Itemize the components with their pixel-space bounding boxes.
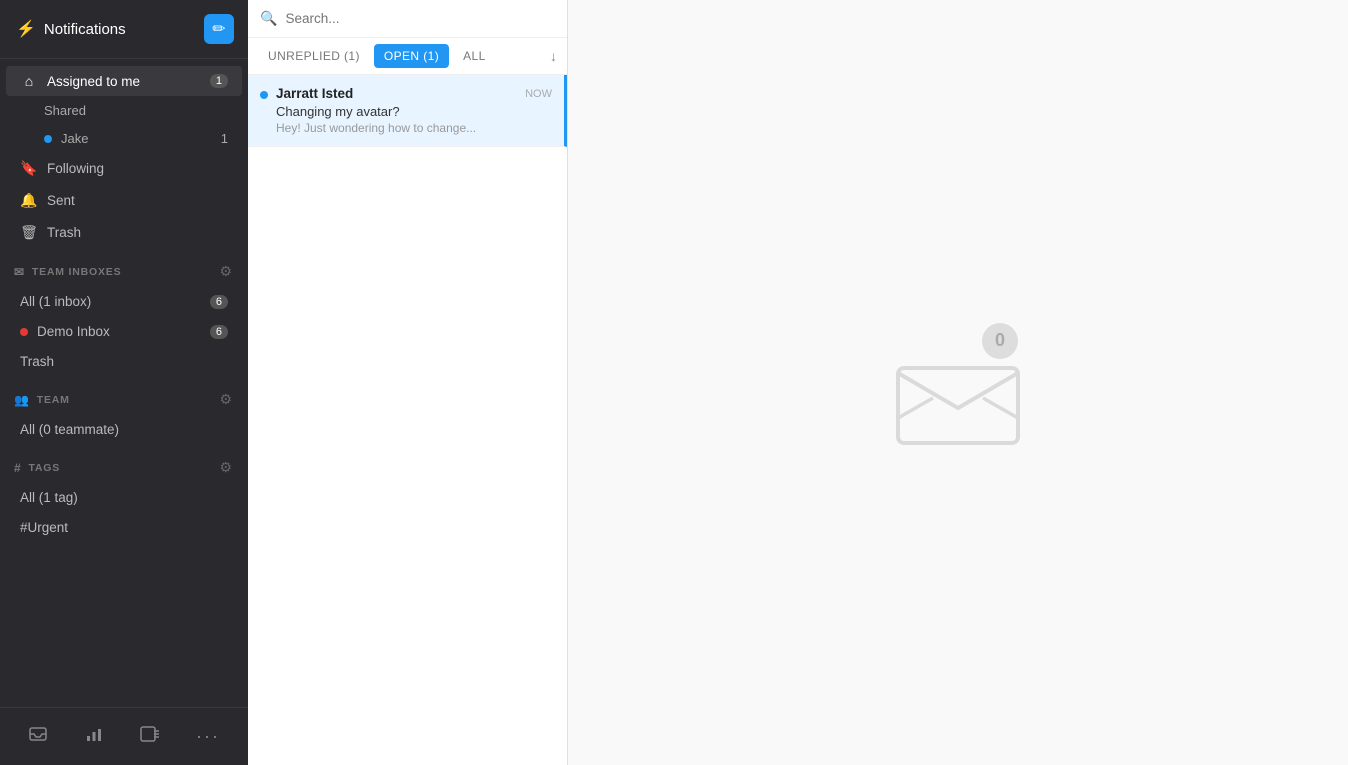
sidebar-header: ⚡ Notifications ✏ — [0, 0, 248, 59]
footer-contacts-button[interactable] — [130, 718, 170, 755]
all-team-label: All (0 teammate) — [20, 422, 119, 437]
conversation-time: NOW — [525, 88, 552, 100]
team-inboxes-label: TEAM INBOXES — [32, 266, 122, 278]
team-settings-button[interactable]: ⚙ — [217, 389, 234, 410]
sidebar-title: Notifications — [44, 21, 126, 38]
bell-icon: 🔔 — [20, 192, 38, 209]
pencil-icon: ✏ — [212, 19, 225, 39]
footer-inbox-button[interactable] — [18, 718, 58, 755]
assigned-badge: 1 — [210, 74, 228, 88]
footer-stats-button[interactable] — [74, 718, 114, 755]
team-section-icon: 👥 — [14, 393, 30, 407]
team-inboxes-section-header: ✉ TEAM INBOXES ⚙ — [0, 249, 248, 286]
sidebar-header-left: ⚡ Notifications — [16, 19, 126, 39]
conversation-list: Jarratt Isted NOW Changing my avatar? He… — [248, 75, 567, 765]
sort-icon: ↓ — [550, 48, 557, 64]
search-icon: 🔍 — [260, 10, 277, 27]
sidebar-item-assigned-to-me[interactable]: ⌂ Assigned to me 1 — [6, 66, 242, 96]
sidebar-item-sent[interactable]: 🔔 Sent — [6, 185, 242, 216]
jake-label: Jake — [61, 131, 88, 146]
sidebar-item-trash-personal[interactable]: 🗑 Trash — [6, 217, 242, 248]
demo-inbox-badge: 6 — [210, 325, 228, 339]
middle-panel: 🔍 UNREPLIED (1) OPEN (1) ALL ↓ Jarratt I… — [248, 0, 568, 765]
tags-section-icon: # — [14, 461, 21, 475]
team-section-left: 👥 TEAM — [14, 393, 70, 407]
tab-open[interactable]: OPEN (1) — [374, 44, 449, 68]
tags-section-header: # TAGS ⚙ — [0, 445, 248, 482]
sidebar-item-urgent-tag[interactable]: #Urgent — [6, 513, 242, 542]
footer-inbox-icon — [28, 728, 48, 748]
conversation-subject: Changing my avatar? — [276, 104, 552, 119]
assigned-to-me-label: Assigned to me — [47, 74, 140, 89]
tags-section-left: # TAGS — [14, 461, 60, 475]
empty-state-icon-wrapper: 0 — [888, 323, 1028, 443]
conversation-content: Jarratt Isted NOW Changing my avatar? He… — [276, 86, 552, 135]
sidebar-item-trash-team[interactable]: Trash — [6, 347, 242, 376]
team-inboxes-settings-button[interactable]: ⚙ — [217, 261, 234, 282]
demo-inbox-label: Demo Inbox — [37, 324, 110, 339]
all-inboxes-label: All (1 inbox) — [20, 294, 91, 309]
search-input[interactable] — [285, 11, 555, 26]
footer-stats-icon — [84, 728, 104, 748]
demo-inbox-dot — [20, 328, 28, 336]
shared-label: Shared — [44, 103, 86, 118]
jake-badge: 1 — [221, 131, 228, 146]
more-icon: ··· — [196, 726, 220, 746]
all-tags-label: All (1 tag) — [20, 490, 78, 505]
tags-label: TAGS — [28, 462, 60, 474]
jake-dot — [44, 135, 52, 143]
bookmark-icon: 🔖 — [20, 160, 38, 177]
sidebar-item-all-team[interactable]: All (0 teammate) — [6, 415, 242, 444]
sidebar-nav: ⌂ Assigned to me 1 Shared Jake 1 🔖 Follo… — [0, 59, 248, 707]
tabs-bar: UNREPLIED (1) OPEN (1) ALL ↓ — [248, 38, 567, 75]
footer-more-button[interactable]: ··· — [186, 720, 230, 753]
trash-personal-label: Trash — [47, 225, 81, 240]
team-section-header: 👥 TEAM ⚙ — [0, 377, 248, 414]
sent-label: Sent — [47, 193, 75, 208]
sidebar: ⚡ Notifications ✏ ⌂ Assigned to me 1 Sha… — [0, 0, 248, 765]
sidebar-item-jake[interactable]: Jake 1 — [6, 125, 242, 152]
search-bar: 🔍 — [248, 0, 567, 38]
sidebar-footer: ··· — [0, 707, 248, 765]
tags-settings-button[interactable]: ⚙ — [217, 457, 234, 478]
sort-button[interactable]: ↓ — [550, 48, 557, 64]
sender-name: Jarratt Isted — [276, 86, 353, 101]
sidebar-item-shared[interactable]: Shared — [6, 97, 242, 124]
conversation-preview: Hey! Just wondering how to change... — [276, 121, 552, 135]
sidebar-item-all-tags[interactable]: All (1 tag) — [6, 483, 242, 512]
home-icon: ⌂ — [20, 73, 38, 89]
all-inboxes-badge: 6 — [210, 295, 228, 309]
empty-state: 0 — [888, 323, 1028, 443]
trash-icon: 🗑 — [20, 224, 38, 241]
team-label: TEAM — [37, 394, 70, 406]
conversation-item[interactable]: Jarratt Isted NOW Changing my avatar? He… — [248, 75, 567, 147]
team-inboxes-section-left: ✉ TEAM INBOXES — [14, 265, 121, 279]
lightning-icon: ⚡ — [16, 19, 36, 39]
tab-all[interactable]: ALL — [453, 44, 496, 68]
tab-unreplied[interactable]: UNREPLIED (1) — [258, 44, 370, 68]
trash-team-label: Trash — [20, 354, 54, 369]
compose-button[interactable]: ✏ — [204, 14, 234, 44]
urgent-tag-label: #Urgent — [20, 520, 68, 535]
following-label: Following — [47, 161, 104, 176]
inbox-empty-icon — [888, 343, 1028, 453]
unread-indicator — [260, 91, 268, 99]
sidebar-item-all-inboxes[interactable]: All (1 inbox) 6 — [6, 287, 242, 316]
sidebar-item-demo-inbox[interactable]: Demo Inbox 6 — [6, 317, 242, 346]
main-content: 0 — [568, 0, 1348, 765]
conversation-header: Jarratt Isted NOW — [276, 86, 552, 101]
sidebar-item-following[interactable]: 🔖 Following — [6, 153, 242, 184]
inbox-section-icon: ✉ — [14, 265, 25, 279]
footer-contacts-icon — [140, 728, 160, 748]
